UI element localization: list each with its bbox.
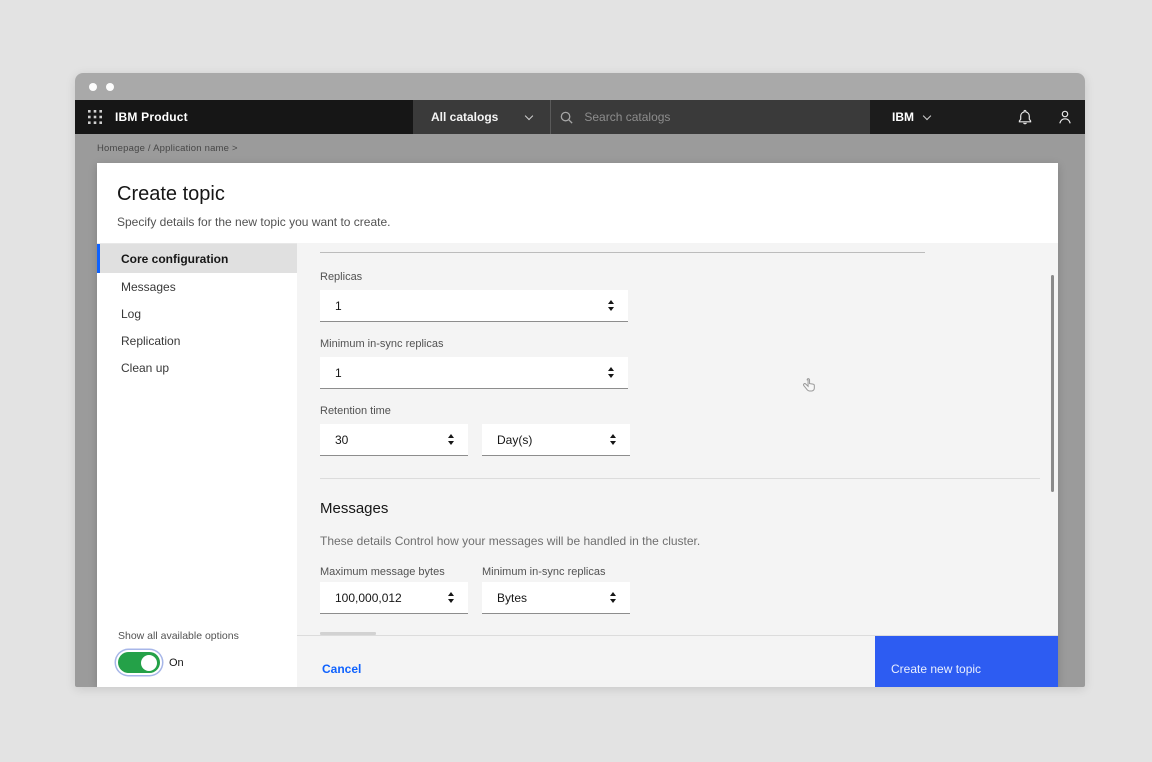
search-icon xyxy=(559,110,574,125)
product-name[interactable]: IBM Product xyxy=(115,110,188,124)
toggle-knob xyxy=(141,655,157,671)
min-insync-value[interactable] xyxy=(335,366,604,380)
number-stepper-icon[interactable] xyxy=(606,434,620,446)
toggle-state-label: On xyxy=(169,657,184,669)
max-message-bytes-label: Maximum message bytes xyxy=(320,566,445,578)
search-input[interactable] xyxy=(584,110,804,124)
show-options-label: Show all available options xyxy=(118,630,291,642)
cancel-button[interactable]: Cancel xyxy=(297,636,361,687)
min-insync-label: Minimum in-sync replicas xyxy=(320,338,443,350)
account-menu[interactable]: IBM xyxy=(870,100,952,134)
max-message-bytes-value[interactable] xyxy=(335,591,444,605)
catalog-search xyxy=(559,100,870,134)
clipped-input xyxy=(320,252,925,253)
min-insync-input[interactable] xyxy=(320,357,628,389)
bell-icon xyxy=(1017,109,1033,125)
sidebar-item-label: Replication xyxy=(121,334,180,348)
replicas-input[interactable] xyxy=(320,290,628,322)
max-message-bytes-input[interactable] xyxy=(320,582,468,614)
sidebar-item-label: Clean up xyxy=(121,361,169,375)
show-options-toggle[interactable] xyxy=(118,652,160,673)
app-switcher-button[interactable] xyxy=(75,100,115,134)
sidebar-item-messages[interactable]: Messages xyxy=(97,273,297,300)
browser-window: IBM Product All catalogs IBM xyxy=(75,73,1085,687)
messages-section-description: These details Control how your messages … xyxy=(320,534,700,548)
window-titlebar xyxy=(75,73,1085,100)
modal-sidebar: Core configuration Messages Log Replicat… xyxy=(97,243,297,687)
messages-section-title: Messages xyxy=(320,500,388,517)
account-menu-label: IBM xyxy=(892,110,914,124)
modal-header: Create topic Specify details for the new… xyxy=(97,163,1058,243)
number-stepper-icon[interactable] xyxy=(606,592,620,604)
min-insync-2-input[interactable] xyxy=(482,582,630,614)
chevron-down-icon xyxy=(525,111,533,119)
sidebar-item-label: Core configuration xyxy=(121,252,228,266)
number-stepper-icon[interactable] xyxy=(444,434,458,446)
form-scroll-area: Replicas Minimum in-sync replicas Retent… xyxy=(297,243,1058,635)
header-divider xyxy=(550,100,551,134)
window-control-dot[interactable] xyxy=(106,83,114,91)
page-subtitle: Specify details for the new topic you wa… xyxy=(117,215,1038,229)
section-divider xyxy=(320,478,1040,479)
scrollbar-thumb[interactable] xyxy=(1051,275,1054,492)
replicas-value[interactable] xyxy=(335,299,604,313)
min-insync-2-label: Minimum in-sync replicas xyxy=(482,566,605,578)
catalog-dropdown-label: All catalogs xyxy=(431,110,498,124)
sidebar-item-clean-up[interactable]: Clean up xyxy=(97,354,297,381)
page-title: Create topic xyxy=(117,183,1038,206)
retention-unit-select[interactable] xyxy=(482,424,630,456)
chevron-down-icon xyxy=(923,111,931,119)
user-button[interactable] xyxy=(1045,100,1085,134)
retention-time-input[interactable] xyxy=(320,424,468,456)
catalog-dropdown[interactable]: All catalogs xyxy=(413,100,550,134)
sidebar-item-replication[interactable]: Replication xyxy=(97,327,297,354)
number-stepper-icon[interactable] xyxy=(604,300,618,312)
number-stepper-icon[interactable] xyxy=(444,592,458,604)
sidebar-item-label: Log xyxy=(121,307,141,321)
retention-time-value[interactable] xyxy=(335,433,444,447)
modal-footer: Cancel Create new topic xyxy=(297,635,1058,687)
create-new-topic-button[interactable]: Create new topic xyxy=(875,636,1058,687)
create-topic-modal: Create topic Specify details for the new… xyxy=(97,163,1058,687)
page-backdrop: Homepage / Application name > Create top… xyxy=(75,134,1085,687)
retention-unit-value[interactable] xyxy=(497,433,606,447)
sidebar-item-log[interactable]: Log xyxy=(97,300,297,327)
window-control-dot[interactable] xyxy=(89,83,97,91)
breadcrumb[interactable]: Homepage / Application name > xyxy=(75,134,1085,154)
sidebar-item-core-configuration[interactable]: Core configuration xyxy=(97,244,297,273)
app-switcher-icon xyxy=(88,110,102,124)
app-header: IBM Product All catalogs IBM xyxy=(75,100,1085,134)
number-stepper-icon[interactable] xyxy=(604,367,618,379)
min-insync-2-value[interactable] xyxy=(497,591,606,605)
retention-time-label: Retention time xyxy=(320,405,391,417)
sidebar-item-label: Messages xyxy=(121,280,176,294)
notifications-button[interactable] xyxy=(1005,100,1045,134)
user-icon xyxy=(1057,109,1073,125)
replicas-label: Replicas xyxy=(320,271,362,283)
